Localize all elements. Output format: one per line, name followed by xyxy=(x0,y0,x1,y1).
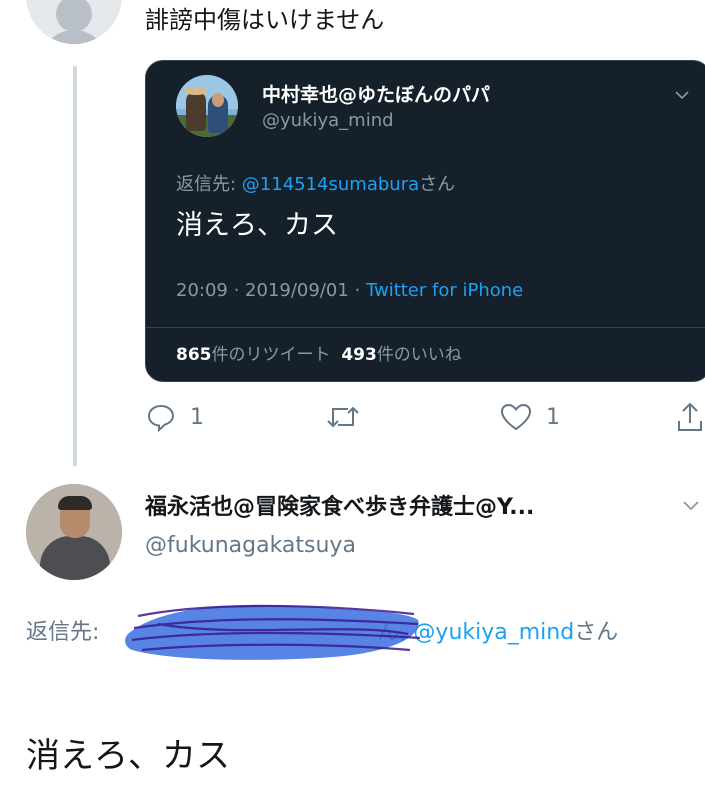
reply-label: 返信先: xyxy=(176,174,242,195)
reply-mention-link[interactable]: @yukiya_mind xyxy=(413,620,574,645)
retweet-count: 865 xyxy=(176,345,212,365)
like-count: 493 xyxy=(341,345,377,365)
timestamp-text[interactable]: 20:09 · 2019/09/01 · xyxy=(176,280,366,301)
tweet-text: 消えろ、カス xyxy=(26,736,230,776)
author-avatar[interactable] xyxy=(26,484,122,580)
reply-to-line: 返信先: @114514sumaburaさん xyxy=(176,173,455,197)
quoted-tweet-card[interactable]: 中村幸也@ゆたぼんのパパ @yukiya_mind 返信先: @114514su… xyxy=(145,60,705,382)
avatar-hat xyxy=(184,87,208,95)
reply-button[interactable]: 1 xyxy=(146,400,204,434)
avatar-person-left xyxy=(186,91,206,131)
share-icon xyxy=(678,402,702,431)
retweet-button[interactable] xyxy=(326,400,360,434)
reply-count: 1 xyxy=(190,404,204,430)
reply-suffix: さん xyxy=(419,174,456,195)
like-button[interactable]: 1 xyxy=(500,400,560,434)
like-stat[interactable]: 493件のいいね xyxy=(341,345,462,365)
like-label: 件のいいね xyxy=(376,345,462,365)
retweet-stat[interactable]: 865件のリツイート xyxy=(176,345,331,365)
quoted-tweet-text: 消えろ、カス xyxy=(176,210,338,241)
avatar-default[interactable] xyxy=(26,0,122,44)
quoted-author-avatar[interactable] xyxy=(176,75,238,137)
default-avatar-shoulders xyxy=(40,30,108,44)
like-count-action: 1 xyxy=(546,404,560,430)
reply-label: 返信先: xyxy=(26,620,100,645)
quoted-author-handle[interactable]: @yukiya_mind xyxy=(262,109,394,133)
author-name[interactable]: 福永活也@冒険家食べ歩き弁護士@Y... xyxy=(145,494,534,522)
chevron-down-icon[interactable] xyxy=(674,87,690,103)
retweet-icon xyxy=(327,406,359,428)
avatar-face xyxy=(212,93,224,107)
tweet-text: 誹謗中傷はいけません xyxy=(145,6,385,34)
chevron-down-icon[interactable] xyxy=(682,496,700,514)
retweet-label: 件のリツイート xyxy=(211,345,331,365)
tweet-source-link[interactable]: Twitter for iPhone xyxy=(366,280,523,301)
tweet-timestamp: 20:09 · 2019/09/01 · Twitter for iPhone xyxy=(176,279,523,303)
thread-line xyxy=(73,66,77,466)
divider xyxy=(146,327,705,328)
share-button[interactable] xyxy=(676,400,704,434)
redaction-scribble xyxy=(125,604,421,660)
quoted-author-name[interactable]: 中村幸也@ゆたぼんのパパ xyxy=(262,83,490,107)
like-icon xyxy=(500,403,532,431)
avatar-body xyxy=(40,536,110,580)
avatar-hair xyxy=(58,496,92,510)
engagement-stats: 865件のリツイート 493件のいいね xyxy=(176,343,462,367)
reply-mention-link[interactable]: @114514sumabura xyxy=(242,174,419,195)
reply-icon xyxy=(147,404,175,432)
reply-suffix: さん xyxy=(574,620,619,645)
default-avatar-head xyxy=(56,0,92,32)
author-handle[interactable]: @fukunagakatsuya xyxy=(145,532,356,560)
